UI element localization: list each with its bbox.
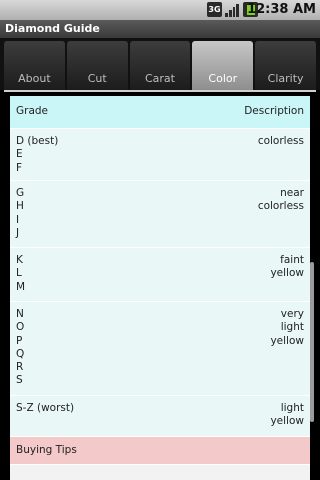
description-cell: colorless	[257, 135, 304, 147]
description-header: Description	[244, 105, 304, 118]
tab-clarity[interactable]: Clarity	[255, 41, 316, 90]
table-row: K L M faint yellow	[10, 248, 310, 302]
buying-tips-header[interactable]: Buying Tips	[10, 437, 310, 465]
grade-header: Grade	[16, 105, 49, 118]
description-cell: light yellow	[270, 402, 304, 428]
tab-color[interactable]: Color	[192, 41, 254, 90]
table-header-row: Grade Description	[10, 96, 310, 129]
table-row: D (best) E F colorless	[10, 129, 310, 181]
tab-bar: About Cut Carat Color Clarity	[0, 38, 320, 90]
content-area[interactable]: Grade Description D (best) E F colorless…	[0, 92, 320, 480]
grade-cell: K L M	[16, 254, 26, 293]
status-bar: 3G 12:38 AM	[0, 0, 320, 20]
grade-cell: D (best) E F	[16, 135, 59, 174]
grade-cell: G H I J	[16, 187, 25, 239]
scrollbar[interactable]	[310, 262, 314, 422]
tab-carat[interactable]: Carat	[129, 41, 191, 90]
tab-cut[interactable]: Cut	[66, 41, 128, 90]
table-row: N O P Q R S very light yellow	[10, 302, 310, 396]
tab-about[interactable]: About	[4, 41, 65, 90]
table-row: G H I J near colorless	[10, 181, 310, 248]
grade-cell: N O P Q R S	[16, 308, 25, 387]
next-row-partial	[10, 465, 310, 480]
color-grade-table: Grade Description D (best) E F colorless…	[10, 96, 310, 480]
table-row: S-Z (worst) light yellow	[10, 396, 310, 437]
app-title: Diamond Guide	[0, 20, 320, 38]
network-type-icon: 3G	[207, 2, 222, 17]
description-cell: very light yellow	[270, 308, 304, 347]
grade-cell: S-Z (worst)	[16, 402, 75, 414]
buying-tips-label: Buying Tips	[16, 443, 77, 456]
description-cell: near colorless	[257, 187, 304, 213]
description-cell: faint yellow	[270, 254, 304, 280]
signal-strength-icon	[225, 2, 240, 17]
clock: 12:38 AM	[247, 2, 316, 17]
